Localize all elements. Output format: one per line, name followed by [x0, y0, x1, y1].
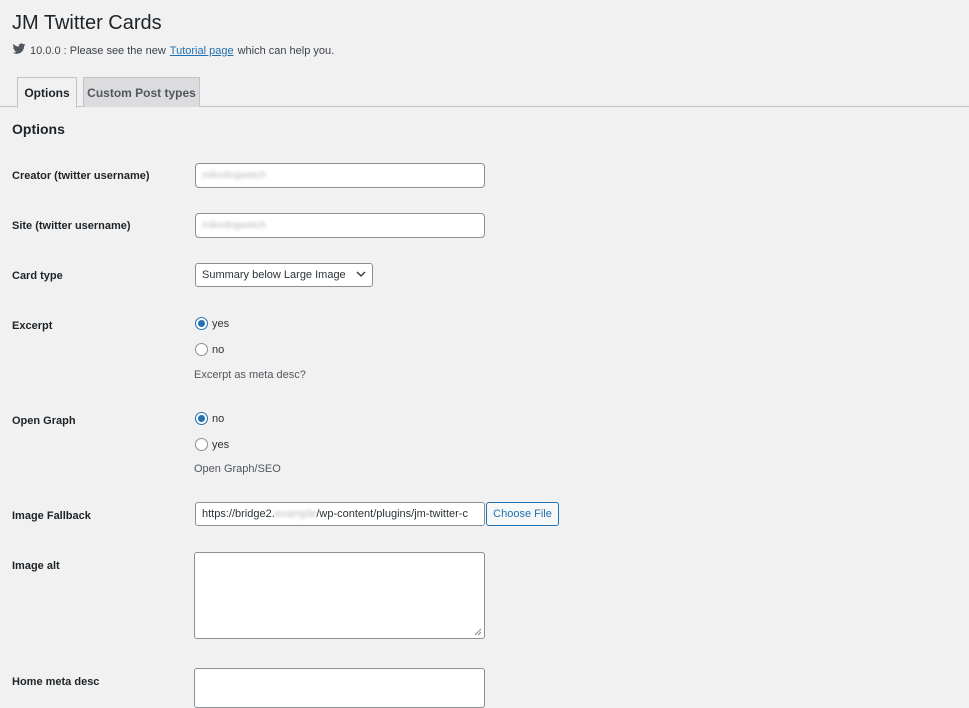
tab-options[interactable]: Options: [17, 77, 77, 108]
image-fallback-url-suffix: /wp-content/plugins/jm-twitter-c: [316, 508, 468, 520]
excerpt-description: Excerpt as meta desc?: [194, 369, 306, 381]
card-type-label: Card type: [12, 270, 63, 282]
excerpt-no-radio[interactable]: [195, 343, 208, 356]
image-fallback-url-prefix: https://bridge2.: [202, 508, 275, 520]
site-label: Site (twitter username): [12, 220, 131, 232]
resize-grip-icon[interactable]: [474, 628, 482, 636]
creator-input[interactable]: mikodogwatch: [195, 163, 485, 188]
version-notice: 10.0.0 : Please see the new Tutorial pag…: [12, 42, 334, 59]
excerpt-no-option[interactable]: no: [195, 343, 224, 356]
card-type-select[interactable]: Summary below Large Image: [195, 263, 373, 287]
image-alt-label: Image alt: [12, 560, 60, 572]
tutorial-link[interactable]: Tutorial page: [170, 45, 234, 57]
version-text-suffix: which can help you.: [237, 44, 335, 57]
open-graph-yes-label: yes: [212, 438, 230, 451]
site-input[interactable]: mikodogwatch: [195, 213, 485, 238]
chevron-down-icon: [356, 269, 366, 282]
section-title: Options: [12, 121, 65, 137]
excerpt-label: Excerpt: [12, 320, 53, 332]
open-graph-no-radio[interactable]: [195, 412, 208, 425]
version-text: 10.0.0 : Please see the new: [30, 44, 166, 57]
twitter-bird-icon: [12, 42, 26, 59]
open-graph-yes-radio[interactable]: [195, 438, 208, 451]
open-graph-yes-option[interactable]: yes: [195, 438, 229, 451]
tab-bar: Options Custom Post types: [0, 77, 969, 108]
creator-value: mikodogwatch: [202, 170, 266, 181]
open-graph-description: Open Graph/SEO: [194, 463, 281, 475]
open-graph-no-option[interactable]: no: [195, 412, 224, 425]
image-fallback-url-redacted: example: [274, 508, 317, 520]
page-title: JM Twitter Cards: [12, 12, 162, 34]
excerpt-yes-label: yes: [212, 317, 230, 330]
excerpt-no-label: no: [212, 343, 225, 356]
image-fallback-label: Image Fallback: [12, 510, 91, 522]
choose-file-button[interactable]: Choose File: [486, 502, 559, 526]
excerpt-yes-radio[interactable]: [195, 317, 208, 330]
site-value: mikodogwatch: [202, 220, 266, 231]
tab-custom-post-types[interactable]: Custom Post types: [83, 77, 200, 107]
image-alt-textarea[interactable]: [194, 552, 485, 639]
open-graph-label: Open Graph: [12, 415, 76, 427]
home-meta-desc-label: Home meta desc: [12, 676, 100, 688]
creator-label: Creator (twitter username): [12, 170, 150, 182]
card-type-selected: Summary below Large Image: [202, 269, 346, 281]
home-meta-desc-textarea[interactable]: [194, 668, 485, 708]
image-fallback-input[interactable]: https://bridge2. example /wp-content/plu…: [195, 502, 485, 526]
open-graph-no-label: no: [212, 412, 225, 425]
excerpt-yes-option[interactable]: yes: [195, 317, 229, 330]
